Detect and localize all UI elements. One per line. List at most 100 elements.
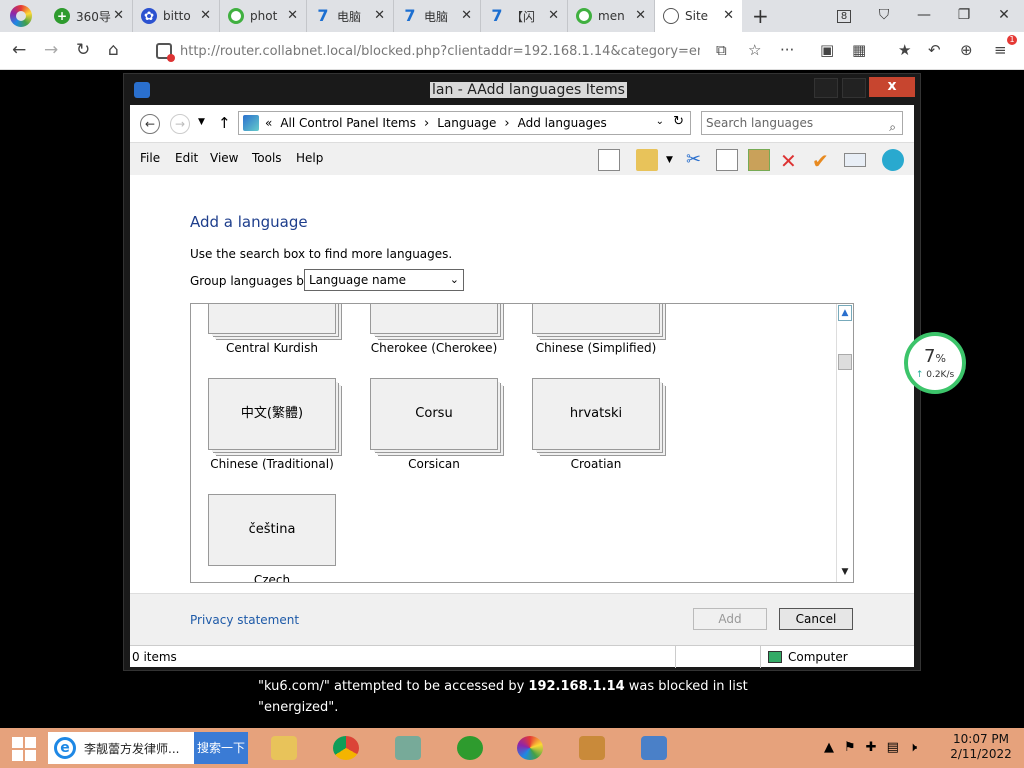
taskbar-archive[interactable] [570,732,614,764]
breadcrumb-language[interactable]: Language [437,116,496,130]
close-window-button[interactable]: ✕ [984,0,1024,32]
scroll-thumb[interactable] [838,354,852,370]
tray-360-icon[interactable]: ✚ [866,740,877,755]
tab-5[interactable]: 7 电脑 ✕ [394,0,481,32]
language-tile-central-kurdish[interactable] [208,304,336,334]
tab-7[interactable]: men ✕ [568,0,655,32]
copy-icon[interactable] [716,149,738,171]
minimize-button[interactable]: — [904,0,944,32]
close-icon[interactable]: ✕ [113,8,124,23]
favorites-icon[interactable]: ★ [898,41,911,59]
menu-view[interactable]: View [210,151,238,165]
language-tile-croatian[interactable]: hrvatski [532,378,660,450]
privacy-link[interactable]: Privacy statement [190,613,299,627]
vertical-scrollbar[interactable]: ▲ ▼ [836,304,853,582]
network-speed-widget[interactable]: 7% ↑ 0.2K/s [904,332,966,394]
close-icon[interactable]: ✕ [461,8,472,23]
taskbar-chrome[interactable] [324,732,368,764]
breadcrumb-prefix[interactable]: « [265,116,272,130]
close-icon[interactable]: ✕ [635,8,646,23]
restore-button[interactable]: ❐ [944,0,984,32]
tab-3[interactable]: phot ✕ [220,0,307,32]
layout-icon[interactable] [598,149,620,171]
menu-tools[interactable]: Tools [252,151,282,165]
chevron-down-icon[interactable]: ⌄ [450,270,459,290]
close-icon[interactable]: ✕ [548,8,559,23]
start-button[interactable] [4,734,42,762]
menu-help[interactable]: Help [296,151,323,165]
address-bar[interactable]: http://router.collabnet.local/blocked.ph… [148,36,708,66]
chevron-down-icon[interactable]: ⌄ [656,116,664,127]
translate-icon[interactable]: ⧉ [716,41,727,59]
folder-check-icon[interactable] [636,149,658,171]
search-button[interactable]: 搜索一下 [194,732,248,764]
forward-icon[interactable]: → [170,114,190,134]
properties-icon[interactable] [844,153,866,167]
delete-icon[interactable]: ✕ [780,149,802,173]
download-icon[interactable]: ⊕ [960,41,973,59]
tray-flag-icon[interactable]: ⚑ [844,740,856,755]
globe-icon[interactable] [882,149,904,171]
tab-1[interactable]: +360导 ✕ [46,0,133,32]
reload-icon[interactable]: ↻ [76,40,90,60]
tab-count-button[interactable]: 8 [824,0,864,32]
chevron-down-icon[interactable]: ▼ [666,155,673,165]
taskbar-file-explorer[interactable] [262,732,306,764]
close-icon[interactable]: ✕ [200,8,211,23]
search-icon[interactable]: ⌕ [889,116,896,138]
scroll-up-icon[interactable]: ▲ [838,305,852,321]
undo-icon[interactable]: ↶ [928,41,941,59]
close-icon[interactable]: ✕ [723,8,734,23]
back-icon[interactable]: ← [12,40,26,60]
menu-edit[interactable]: Edit [175,151,198,165]
taskbar-notepad[interactable] [386,732,430,764]
maximize-button[interactable] [842,78,866,98]
close-button[interactable]: x [869,77,915,97]
tab-8-active[interactable]: Site ✕ [655,0,742,32]
tab-4[interactable]: 7 电脑 ✕ [307,0,394,32]
language-tile-chinese-simplified[interactable] [532,304,660,334]
recent-dropdown-icon[interactable]: ▼ [198,117,205,127]
minimize-button[interactable] [814,78,838,98]
browser-logo-icon[interactable] [10,5,32,27]
tray-expand-icon[interactable]: ▲ [824,740,834,755]
menu-file[interactable]: File [140,151,160,165]
language-tile-chinese-traditional[interactable]: 中文(繁體) [208,378,336,450]
chevron-right-icon[interactable]: › [504,116,509,131]
close-icon[interactable]: ✕ [287,8,298,23]
ie-search-box[interactable]: e 李靓蕾方发律师... [48,732,194,764]
breadcrumb-add-languages[interactable]: Add languages [518,116,607,130]
refresh-icon[interactable]: ↻ [673,114,684,129]
breadcrumb[interactable]: « All Control Panel Items › Language › A… [238,111,691,135]
forward-icon[interactable]: → [44,40,58,60]
shirt-icon[interactable]: ⛉ [864,0,904,32]
back-icon[interactable]: ← [140,114,160,134]
group-by-select[interactable]: Language name ⌄ [304,269,464,291]
language-tile-czech[interactable]: čeština [208,494,336,566]
scroll-down-icon[interactable]: ▼ [838,565,852,581]
language-tile-corsican[interactable]: Corsu [370,378,498,450]
up-icon[interactable]: ↑ [218,114,231,132]
tab-6[interactable]: 7 【闪 ✕ [481,0,568,32]
more-dots-icon[interactable]: ··· [780,41,794,59]
taskbar-browser[interactable] [508,732,552,764]
ie-search-text[interactable]: 李靓蕾方发律师... [84,740,179,757]
breadcrumb-all-items[interactable]: All Control Panel Items [280,116,416,130]
apps-grid-icon[interactable]: ▦ [852,41,866,59]
tab-2[interactable]: ✿ bitto ✕ [133,0,220,32]
chevron-right-icon[interactable]: › [424,116,429,131]
menu-icon[interactable]: ≡ [994,41,1007,59]
url-text[interactable]: http://router.collabnet.local/blocked.ph… [180,44,700,59]
cancel-button[interactable]: Cancel [779,608,853,630]
checkmark-icon[interactable]: ✔ [812,149,834,173]
taskbar-control-panel[interactable] [632,732,676,764]
language-tile-cherokee[interactable] [370,304,498,334]
reader-icon[interactable]: ▣ [820,41,834,59]
window-title-bar[interactable]: lan - AAdd languages Items x [124,74,920,106]
clock[interactable]: 10:07 PM 2/11/2022 [946,732,1016,762]
tray-network-icon[interactable]: ▤ [887,740,899,755]
star-icon[interactable]: ☆ [748,41,761,59]
taskbar-360[interactable] [448,732,492,764]
paste-icon[interactable] [748,149,770,171]
cut-icon[interactable]: ✂ [686,149,708,171]
